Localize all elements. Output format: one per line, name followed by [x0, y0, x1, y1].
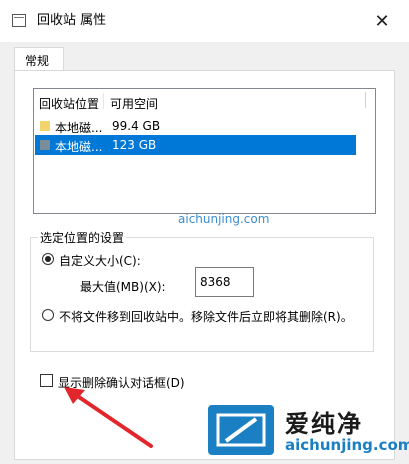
close-button[interactable]: ✕ — [362, 6, 402, 36]
watermark-url: aichunjing.com — [285, 436, 409, 454]
window-title: 回收站 属性 — [37, 13, 107, 28]
location-cell: 本地磁... — [55, 121, 103, 135]
custom-size-radio[interactable] — [42, 253, 54, 265]
column-header-location[interactable]: 回收站位置 — [39, 95, 99, 112]
scrollbar[interactable] — [356, 90, 375, 212]
watermark-brand: 爱纯净 — [285, 410, 363, 438]
custom-size-label[interactable]: 自定义大小(C): — [59, 252, 141, 269]
tab-general-label: 常规 — [25, 54, 50, 68]
tab-general[interactable]: 常规 — [14, 47, 64, 71]
free-space-cell: 99.4 GB — [112, 119, 161, 133]
recycle-bin-icon — [12, 14, 26, 27]
list-item[interactable]: 本地磁... 99.4 GB — [35, 116, 358, 136]
recycle-bin-location-list[interactable]: 回收站位置 可用空间 本地磁... 99.4 GB 本地磁... 123 GB — [33, 88, 376, 214]
location-cell: 本地磁... — [55, 140, 103, 154]
no-move-radio[interactable] — [42, 309, 54, 321]
settings-group-title: 选定位置的设置 — [38, 229, 127, 246]
column-header-free-space[interactable]: 可用空间 — [110, 95, 158, 112]
drive-icon — [40, 140, 50, 150]
close-icon: ✕ — [374, 10, 390, 32]
annotation-arrow-icon — [64, 387, 153, 448]
no-move-label[interactable]: 不将文件移到回收站中。移除文件后立即将其删除(R)。 — [59, 308, 353, 325]
logo-mark-icon — [216, 413, 266, 447]
list-item-selected[interactable]: 本地磁... 123 GB — [35, 135, 358, 155]
free-space-cell: 123 GB — [112, 138, 157, 152]
watermark-logo-icon — [208, 405, 274, 455]
title-bar: 回收站 属性 ✕ — [0, 0, 409, 42]
folder-drive-icon — [40, 121, 50, 131]
max-size-label: 最大值(MB)(X): — [80, 280, 166, 294]
scrollbar-track — [365, 92, 366, 108]
watermark-url-inline: aichunjing.com — [178, 212, 270, 226]
column-separator — [103, 93, 104, 109]
max-size-input[interactable]: 8368 — [195, 267, 254, 297]
confirm-dialog-checkbox[interactable] — [40, 374, 53, 387]
max-size-value: 8368 — [200, 275, 231, 289]
